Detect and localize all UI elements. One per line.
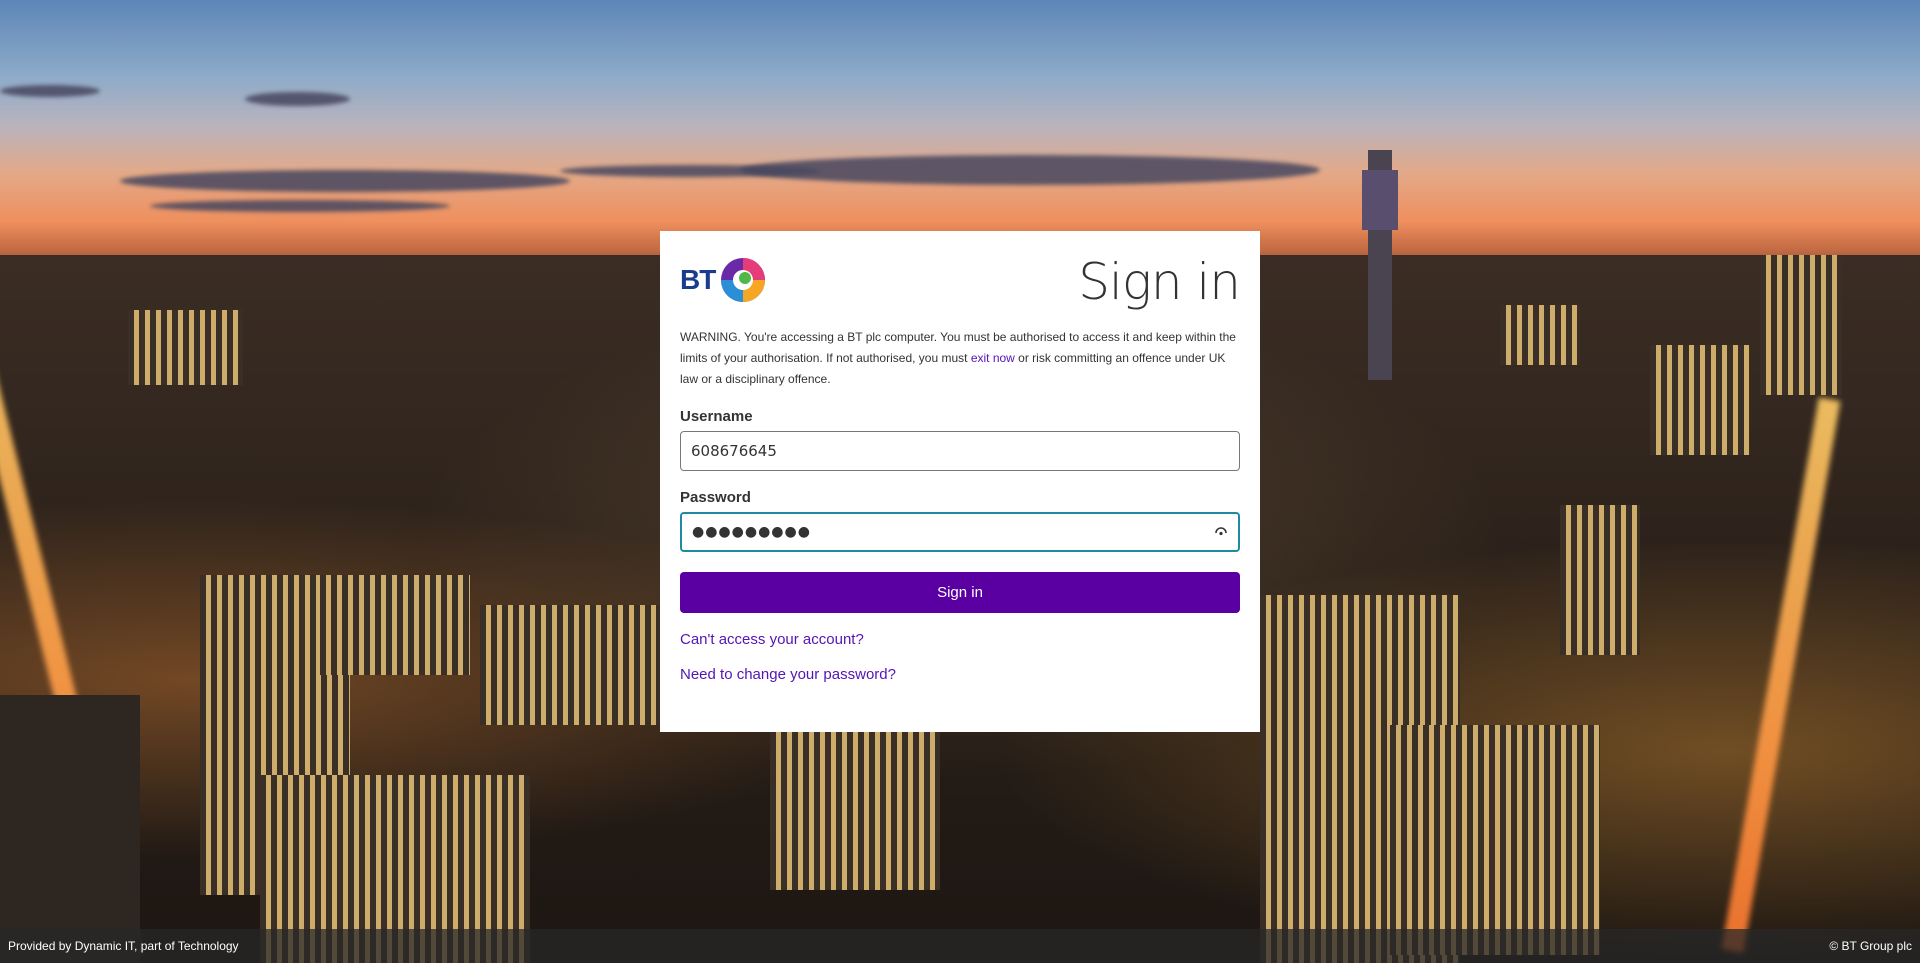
username-label: Username [680, 408, 753, 425]
password-value: ●●●●●●●●● [692, 524, 811, 540]
bt-logo: BT [680, 256, 767, 304]
sign-in-card: BT Sign in WARNING. You're accessing a B… [660, 231, 1260, 732]
change-password-link[interactable]: Need to change your password? [680, 666, 1240, 683]
footer-copyright: © BT Group plc [1829, 939, 1912, 953]
bt-globe-logo-icon [721, 258, 766, 302]
page-title: Sign in [1078, 253, 1241, 311]
username-field[interactable]: 608676645 [680, 431, 1240, 471]
cant-access-account-link[interactable]: Can't access your account? [680, 631, 1240, 648]
password-field[interactable]: ●●●●●●●●● [680, 512, 1240, 552]
sign-in-button[interactable]: Sign in [680, 572, 1240, 613]
exit-now-link[interactable]: exit now [971, 351, 1015, 365]
logo-text: BT [680, 264, 716, 295]
footer-provider-text: Provided by Dynamic IT, part of Technolo… [8, 939, 239, 953]
footer-bar: Provided by Dynamic IT, part of Technolo… [0, 929, 1920, 963]
password-label: Password [680, 489, 751, 506]
warning-text: WARNING. You're accessing a BT plc compu… [680, 327, 1240, 390]
card-header: BT Sign in [680, 253, 1241, 311]
username-value: 608676645 [691, 442, 777, 460]
eye-icon[interactable] [1214, 525, 1228, 539]
